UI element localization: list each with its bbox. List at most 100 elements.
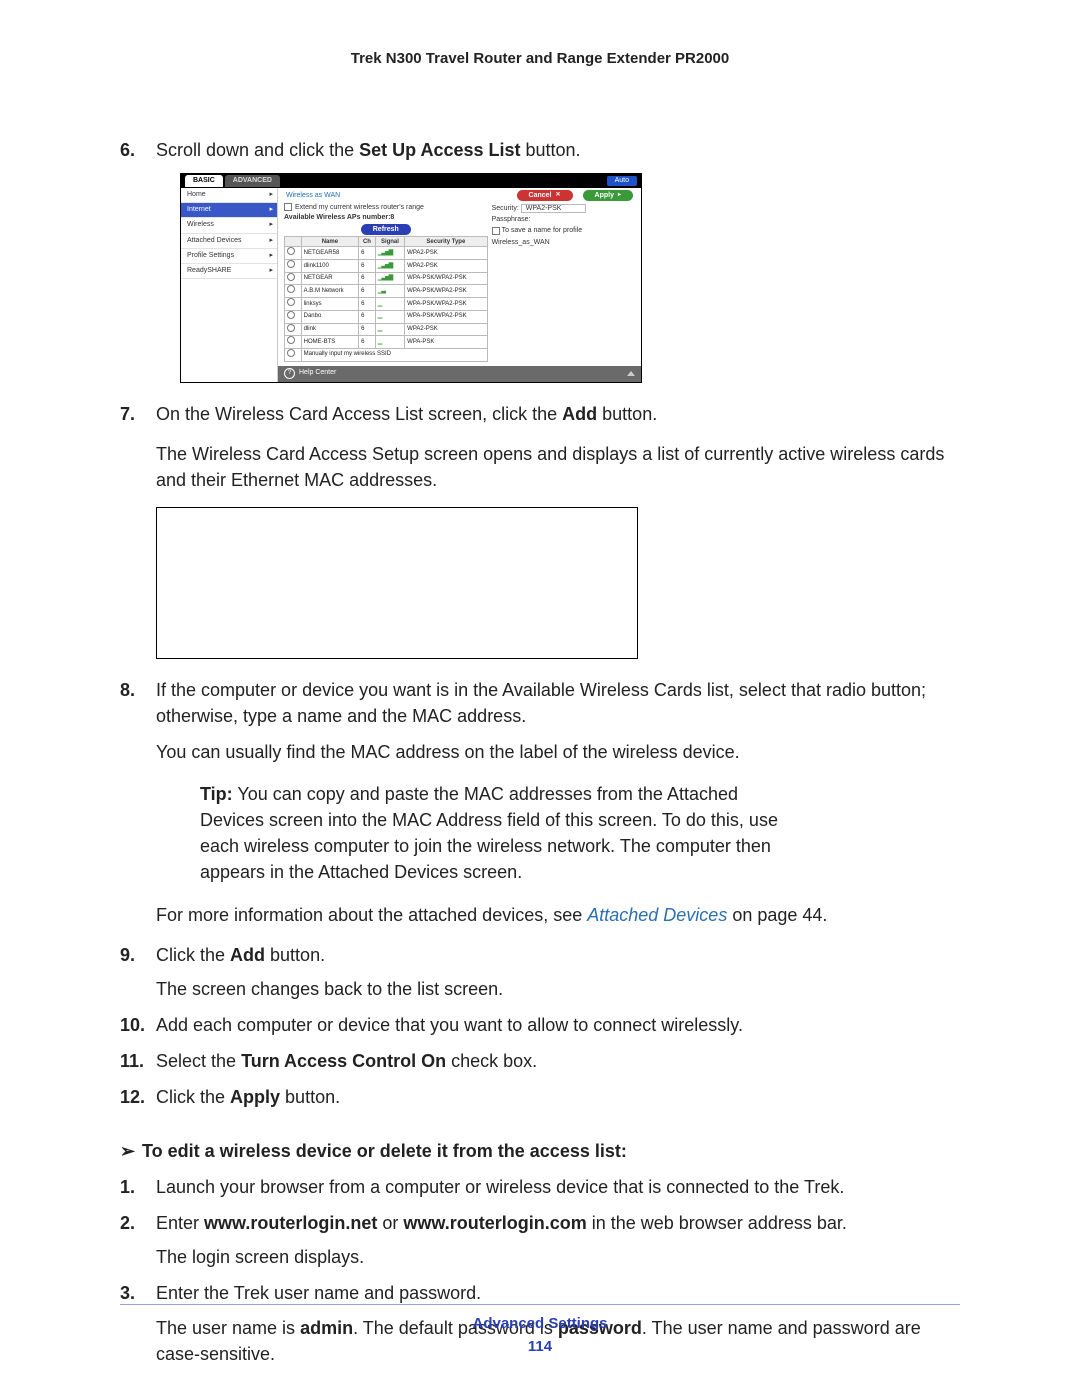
caret-up-icon [627, 371, 635, 376]
chevron-right-icon: ▸ [269, 190, 273, 200]
router-ui-screenshot: BASIC ADVANCED Auto Home▸ Internet▸ Wire… [180, 173, 642, 382]
step-12: 12. Click the Apply button. [120, 1084, 960, 1110]
step-number: 2. [120, 1210, 135, 1236]
page-title: Wireless as WAN [286, 191, 340, 201]
available-ap-table: Name Ch Signal Security Type NETGEAR586▁… [284, 236, 488, 361]
ui-tabbar: BASIC ADVANCED Auto [181, 174, 641, 188]
step-text: Add each computer or device that you wan… [156, 1015, 743, 1035]
sidebar-item-profile[interactable]: Profile Settings▸ [181, 249, 277, 264]
screenshot-placeholder [156, 507, 638, 659]
step-8: 8. If the computer or device you want is… [120, 677, 960, 765]
radio-icon[interactable] [287, 311, 295, 319]
radio-icon[interactable] [287, 336, 295, 344]
sidebar-item-wireless[interactable]: Wireless▸ [181, 218, 277, 233]
body: 6. Scroll down and click the Set Up Acce… [120, 137, 960, 1367]
chevron-right-icon: ▸ [269, 236, 273, 246]
step-number: 11. [120, 1048, 144, 1074]
help-bar[interactable]: ?Help Center [278, 366, 641, 382]
apply-button[interactable]: Apply▸ [583, 190, 633, 201]
step-text: If the computer or device you want is in… [156, 680, 926, 726]
step-b1: 1. Launch your browser from a computer o… [120, 1174, 960, 1200]
step-b2: 2. Enter www.routerlogin.net or www.rout… [120, 1210, 960, 1270]
step-number: 9. [120, 942, 135, 968]
language-select[interactable]: Auto [607, 176, 637, 186]
step-text: On the Wireless Card Access List screen,… [156, 404, 657, 424]
step-7: 7. On the Wireless Card Access List scre… [120, 401, 960, 493]
sidebar-item-attached[interactable]: Attached Devices▸ [181, 234, 277, 249]
footer-page-number: 114 [120, 1338, 960, 1355]
tip-block: Tip: You can copy and paste the MAC addr… [200, 781, 800, 885]
step-number: 10. [120, 1012, 145, 1038]
step-number: 6. [120, 137, 135, 163]
extend-range-checkbox[interactable]: Extend my current wireless router's rang… [284, 203, 488, 213]
security-select[interactable]: WPA2-PSK [521, 204, 587, 213]
step-8-note2: For more information about the attached … [156, 902, 960, 928]
footer-rule [120, 1304, 960, 1305]
x-icon: ✕ [556, 191, 561, 200]
table-row-manual[interactable]: Manually input my wireless SSID [285, 348, 488, 361]
procedure-heading: ➢To edit a wireless device or delete it … [120, 1138, 960, 1164]
available-aps-label: Available Wireless APs number:8 [284, 213, 488, 223]
page-footer: Advanced Settings 114 [120, 1304, 960, 1355]
arrow-icon: ➢ [120, 1138, 134, 1164]
save-profile-checkbox[interactable]: To save a name for profile [492, 226, 635, 236]
step-number: 12. [120, 1084, 145, 1110]
step-10: 10. Add each computer or device that you… [120, 1012, 960, 1038]
attached-devices-link[interactable]: Attached Devices [587, 905, 727, 925]
step-6: 6. Scroll down and click the Set Up Acce… [120, 137, 960, 163]
ui-main: Wireless as WAN Cancel✕ Apply▸ Extend my… [278, 188, 641, 381]
chevron-right-icon: ▸ [269, 205, 273, 215]
tip-label: Tip: [200, 784, 233, 804]
table-row[interactable]: A.B.M Network6▁▃WPA-PSK/WPA2-PSK [285, 285, 488, 298]
step-11: 11. Select the Turn Access Control On ch… [120, 1048, 960, 1074]
step-text: Scroll down and click the Set Up Access … [156, 140, 581, 160]
signal-icon: ▁ [375, 323, 404, 336]
signal-icon: ▁ [375, 298, 404, 311]
step-text: Launch your browser from a computer or w… [156, 1177, 844, 1197]
table-row[interactable]: dlink6▁WPA2-PSK [285, 323, 488, 336]
col-channel: Ch [359, 237, 376, 247]
page: Trek N300 Travel Router and Range Extend… [0, 0, 1080, 1397]
step-number: 8. [120, 677, 135, 703]
step-8-note1: You can usually find the MAC address on … [156, 739, 960, 765]
signal-icon: ▁▃▅▇ [375, 260, 404, 273]
step-text: Click the Apply button. [156, 1087, 340, 1107]
table-row[interactable]: linksys6▁WPA-PSK/WPA2-PSK [285, 298, 488, 311]
table-row[interactable]: HOME-BTS6▁WPA-PSK [285, 336, 488, 349]
radio-icon[interactable] [287, 260, 295, 268]
radio-icon[interactable] [287, 285, 295, 293]
radio-icon[interactable] [287, 273, 295, 281]
step-number: 1. [120, 1174, 135, 1200]
ui-sidebar: Home▸ Internet▸ Wireless▸ Attached Devic… [181, 188, 278, 381]
chevron-right-icon: ▸ [618, 191, 621, 200]
chevron-right-icon: ▸ [269, 266, 273, 276]
table-row[interactable]: dlink11006▁▃▅▇WPA2-PSK [285, 260, 488, 273]
signal-icon: ▁▃▅▇ [375, 272, 404, 285]
radio-icon[interactable] [287, 324, 295, 332]
step-number: 7. [120, 401, 135, 427]
signal-icon: ▁▃ [375, 285, 404, 298]
table-row[interactable]: Danbo6▁WPA-PSK/WPA2-PSK [285, 310, 488, 323]
table-row[interactable]: NETGEAR6▁▃▅▇WPA-PSK/WPA2-PSK [285, 272, 488, 285]
tip-text: You can copy and paste the MAC addresses… [200, 784, 778, 882]
table-row[interactable]: NETGEAR586▁▃▅▇WPA2-PSK [285, 247, 488, 260]
tab-advanced[interactable]: ADVANCED [225, 175, 280, 187]
signal-icon: ▁▃▅▇ [375, 247, 404, 260]
col-security: Security Type [405, 237, 487, 247]
chevron-right-icon: ▸ [269, 220, 273, 230]
cancel-button[interactable]: Cancel✕ [517, 190, 573, 201]
sidebar-item-ready[interactable]: ReadySHARE▸ [181, 264, 277, 279]
security-label: Security: WPA2-PSK [492, 204, 635, 214]
running-header: Trek N300 Travel Router and Range Extend… [120, 50, 960, 67]
radio-icon[interactable] [287, 247, 295, 255]
refresh-button[interactable]: Refresh [361, 224, 411, 235]
sidebar-item-internet[interactable]: Internet▸ [181, 203, 277, 218]
radio-icon[interactable] [287, 298, 295, 306]
step-7-result: The Wireless Card Access Setup screen op… [156, 441, 960, 493]
step-text: Select the Turn Access Control On check … [156, 1051, 537, 1071]
chevron-right-icon: ▸ [269, 251, 273, 261]
profile-name: Wireless_as_WAN [492, 238, 635, 248]
radio-icon[interactable] [287, 349, 295, 357]
tab-basic[interactable]: BASIC [185, 175, 223, 187]
sidebar-item-home[interactable]: Home▸ [181, 188, 277, 203]
